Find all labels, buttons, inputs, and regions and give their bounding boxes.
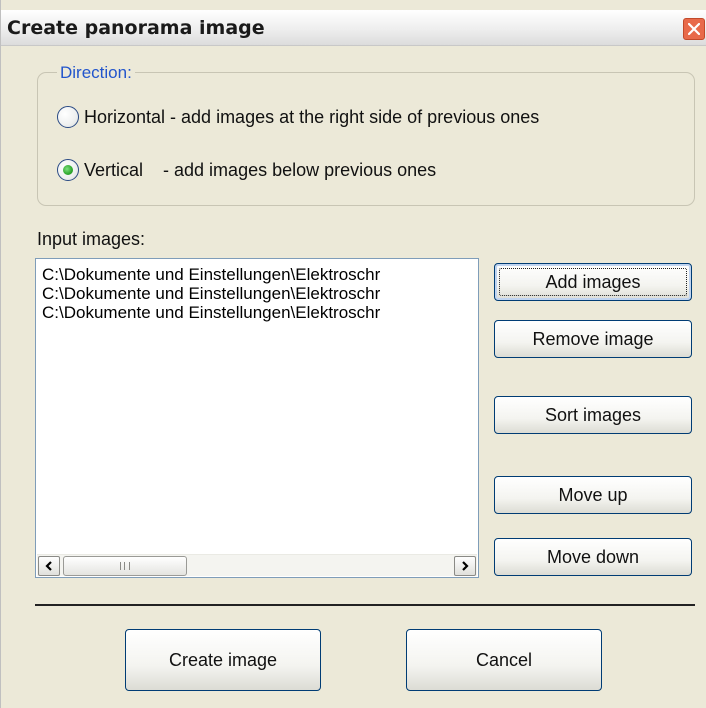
grip-icon <box>120 562 130 570</box>
input-images-label: Input images: <box>37 229 146 249</box>
radio-horizontal-circle[interactable] <box>57 106 79 128</box>
input-images-list[interactable]: C:\Dokumente und Einstellungen\Elektrosc… <box>35 258 479 578</box>
chevron-right-icon <box>462 561 469 571</box>
direction-legend: Direction: <box>57 63 135 83</box>
add-images-button[interactable]: Add images <box>494 263 692 301</box>
cancel-button[interactable]: Cancel <box>406 629 602 691</box>
list-item[interactable]: C:\Dokumente und Einstellungen\Elektrosc… <box>42 265 474 284</box>
direction-groupbox <box>37 72 695 206</box>
move-down-button[interactable]: Move down <box>494 538 692 576</box>
horizontal-scrollbar[interactable] <box>37 554 477 576</box>
radio-horizontal-label[interactable]: Horizontal - add images at the right sid… <box>84 107 539 128</box>
close-icon <box>688 23 700 35</box>
create-panorama-dialog: Create panorama image Direction: Horizon… <box>0 0 706 708</box>
separator <box>35 604 695 606</box>
remove-image-button[interactable]: Remove image <box>494 320 692 358</box>
radio-selected-dot <box>63 165 73 175</box>
chevron-left-icon <box>45 561 52 571</box>
scroll-left-button[interactable] <box>38 556 60 576</box>
close-button[interactable] <box>683 18 705 40</box>
move-up-button[interactable]: Move up <box>494 476 692 514</box>
radio-vertical[interactable]: Vertical - add images below previous one… <box>57 159 436 181</box>
radio-vertical-circle[interactable] <box>57 159 79 181</box>
list-item[interactable]: C:\Dokumente und Einstellungen\Elektrosc… <box>42 303 474 322</box>
window-title: Create panorama image <box>7 17 265 39</box>
radio-horizontal[interactable]: Horizontal - add images at the right sid… <box>57 106 539 128</box>
create-image-button[interactable]: Create image <box>125 629 321 691</box>
radio-vertical-label[interactable]: Vertical - add images below previous one… <box>84 160 436 181</box>
scroll-right-button[interactable] <box>454 556 476 576</box>
title-bar[interactable]: Create panorama image <box>1 10 706 46</box>
scrollbar-thumb[interactable] <box>63 556 187 576</box>
sort-images-button[interactable]: Sort images <box>494 396 692 434</box>
list-item[interactable]: C:\Dokumente und Einstellungen\Elektrosc… <box>42 284 474 303</box>
